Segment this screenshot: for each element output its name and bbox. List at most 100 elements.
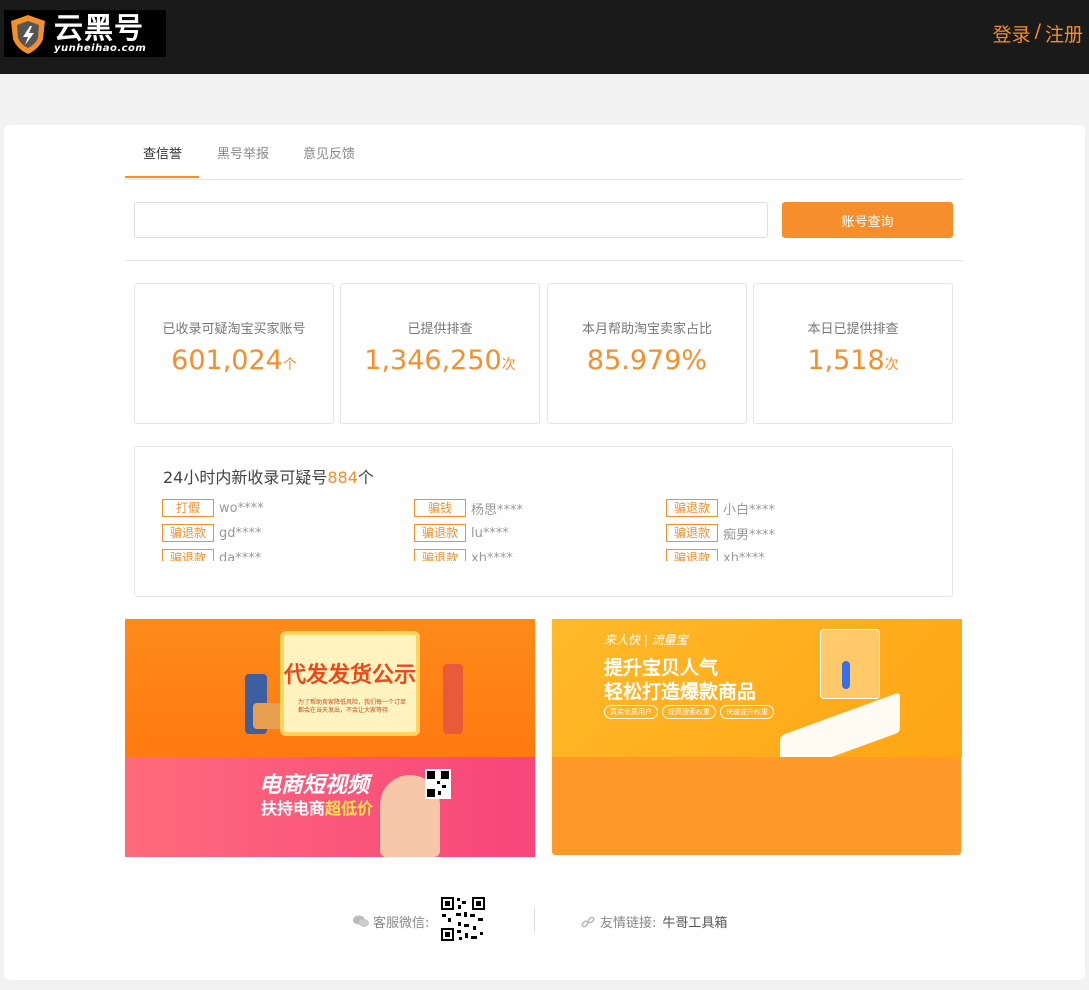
banner-placeholder[interactable] — [552, 757, 961, 855]
stat-label: 本日已提供排查 — [807, 322, 899, 337]
account-name: lu**** — [471, 525, 509, 541]
fraud-type-tag: 骗退款 — [666, 499, 718, 517]
list-item[interactable]: 骗退款 da**** — [162, 549, 261, 561]
list-item[interactable]: 骗退款 小白**** — [666, 499, 776, 518]
banner-shipping-notice[interactable]: 代发发货公示 为了帮助卖家降低风险，我们每一个订单都会在当天发出，不会让大家等待 — [125, 619, 535, 757]
stat-number: 1,346,250 — [364, 345, 502, 376]
banner-brand: 来人快 | 流量宝 — [604, 633, 688, 647]
stat-card-checks: 已提供排查 1,346,250次 — [340, 283, 540, 424]
recent-suspicious-panel: 24小时内新收录可疑号884个 打假 wo**** 骗钱 杨思**** 骗退款 小白*… — [134, 446, 953, 597]
logo-cn-text: 云黑号 — [54, 10, 145, 45]
stat-unit: 个 — [282, 357, 297, 373]
account-search-input[interactable] — [134, 202, 768, 238]
footer-divider — [534, 908, 535, 932]
footer: 客服微信: 友情链接: 牛哥工具箱 — [4, 892, 1085, 942]
banner-title-line1: 提升宝贝人气 — [604, 657, 719, 679]
stat-value: 85.979% — [548, 345, 746, 376]
auth-separator: / — [1034, 20, 1041, 42]
courier-figure — [443, 664, 463, 734]
stat-number: 85.979% — [586, 345, 708, 376]
stat-label: 已提供排查 — [407, 322, 473, 337]
stat-card-ratio: 本月帮助淘宝卖家占比 85.979% — [547, 283, 747, 424]
fraud-type-tag: 骗钱 — [414, 499, 466, 517]
tab-bar: 查信誉 黑号举报 意见反馈 — [125, 125, 963, 180]
banner-traffic-boost[interactable]: 来人快 | 流量宝 提升宝贝人气 轻松打造爆款商品 真实优质用户 提高搜索权重 … — [552, 619, 962, 757]
notice-board: 代发发货公示 为了帮助卖家降低风险，我们每一个订单都会在当天发出，不会让大家等待 — [280, 631, 420, 736]
qr-code-icon — [425, 769, 451, 799]
fraud-type-tag: 骗退款 — [414, 524, 466, 542]
stat-card-today: 本日已提供排查 1,518次 — [753, 283, 953, 424]
stat-number: 601,024 — [171, 345, 283, 376]
banner-subtitle-highlight: 超低价 — [325, 799, 374, 818]
fraud-type-tag: 骗退款 — [162, 524, 214, 542]
stat-label: 已收录可疑淘宝买家账号 — [162, 322, 306, 337]
banner-title: 代发发货公示 — [284, 663, 417, 688]
recent-count: 884 — [327, 468, 358, 487]
banner-subtitle-prefix: 扶持电商 — [261, 799, 326, 818]
stat-value: 1,518次 — [754, 345, 952, 376]
top-header: 云黑号 yunheihao.com 登录 / 注册 — [0, 0, 1089, 74]
dashboard-panel — [820, 629, 880, 699]
wechat-icon — [353, 915, 369, 927]
list-item[interactable]: 骗退款 xh**** — [414, 549, 513, 561]
link-icon — [581, 915, 595, 928]
recent-list: 打假 wo**** 骗钱 杨思**** 骗退款 小白**** 骗退款 gd**** 骗退… — [162, 499, 942, 561]
divider — [125, 260, 963, 261]
login-link[interactable]: 登录 — [993, 20, 1031, 47]
banner-desc: 为了帮助卖家降低风险，我们每一个订单都会在当天发出，不会让大家等待 — [298, 699, 407, 714]
stat-value: 601,024个 — [135, 345, 333, 376]
fraud-type-tag: 骗退款 — [666, 524, 718, 542]
account-name: 杨思**** — [471, 502, 524, 518]
stat-card-accounts: 已收录可疑淘宝买家账号 601,024个 — [134, 283, 334, 424]
logo-en-text: yunheihao.com — [54, 42, 147, 54]
isometric-platform — [780, 692, 900, 757]
account-name: gd**** — [219, 525, 262, 541]
wechat-qr-code — [440, 896, 486, 942]
account-name: xh**** — [723, 550, 765, 562]
banner-title-line2: 轻松打造爆款商品 — [604, 681, 757, 703]
recent-title: 24小时内新收录可疑号884个 — [163, 464, 374, 488]
main-card: 查信誉 黑号举报 意见反馈 账号查询 已收录可疑淘宝买家账号 601,024个 … — [4, 125, 1085, 980]
tab-feedback[interactable]: 意见反馈 — [303, 143, 355, 162]
banner-pill: 提高搜索权重 — [662, 705, 716, 719]
active-tab-indicator — [125, 176, 199, 178]
banner-pill: 快速提升权重 — [720, 705, 774, 719]
tab-check-credit[interactable]: 查信誉 — [143, 143, 182, 162]
stat-label: 本月帮助淘宝卖家占比 — [581, 322, 712, 337]
tab-report-black[interactable]: 黑号举报 — [217, 143, 269, 162]
site-logo[interactable]: 云黑号 yunheihao.com — [4, 10, 166, 57]
stat-unit: 次 — [501, 357, 516, 373]
person-figure — [842, 661, 850, 689]
list-item[interactable]: 骗退款 痴男**** — [666, 524, 776, 543]
list-item[interactable]: 骗退款 lu**** — [414, 524, 509, 542]
register-link[interactable]: 注册 — [1045, 20, 1083, 47]
shield-lightning-icon — [11, 14, 45, 54]
fraud-type-tag: 骗退款 — [414, 549, 466, 561]
stat-value: 1,346,250次 — [341, 345, 539, 376]
banner-pills: 真实优质用户 提高搜索权重 快速提升权重 — [604, 705, 774, 719]
links-label: 友情链接: — [600, 916, 657, 931]
account-name: wo**** — [219, 500, 264, 516]
fraud-type-tag: 打假 — [162, 499, 214, 517]
account-name: 痴男**** — [723, 527, 776, 543]
friend-links: 友情链接: 牛哥工具箱 — [581, 912, 727, 931]
list-item[interactable]: 打假 wo**** — [162, 499, 264, 517]
stat-number: 1,518 — [807, 345, 885, 376]
recent-title-prefix: 24小时内新收录可疑号 — [163, 468, 328, 487]
niuge-toolbox-link[interactable]: 牛哥工具箱 — [662, 912, 727, 931]
wechat-label: 客服微信: — [373, 916, 430, 931]
account-name: xh**** — [471, 550, 513, 562]
banner-short-video[interactable]: 电商短视频 扶持电商超低价 — [125, 757, 535, 857]
account-name: 小白**** — [723, 502, 776, 518]
fraud-type-tag: 骗退款 — [666, 549, 718, 561]
list-item[interactable]: 骗退款 xh**** — [666, 549, 765, 561]
recent-title-suffix: 个 — [357, 468, 374, 487]
auth-links: 登录 / 注册 — [993, 20, 1083, 47]
account-name: da**** — [219, 550, 262, 562]
banner-pill: 真实优质用户 — [604, 705, 658, 719]
list-item[interactable]: 骗钱 杨思**** — [414, 499, 524, 518]
banner-subtitle: 扶持电商超低价 — [261, 795, 373, 819]
list-item[interactable]: 骗退款 gd**** — [162, 524, 262, 542]
fraud-type-tag: 骗退款 — [162, 549, 214, 561]
account-search-button[interactable]: 账号查询 — [782, 202, 953, 238]
